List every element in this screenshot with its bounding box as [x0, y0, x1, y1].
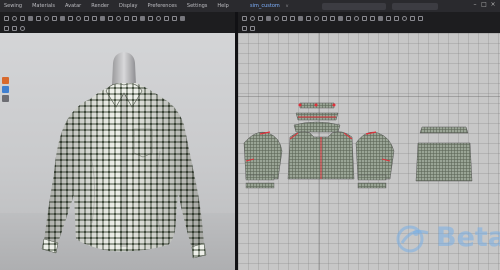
menu-render[interactable]: Render [91, 3, 109, 9]
menu-help[interactable]: Help [217, 3, 228, 9]
beta-watermark: Beta [436, 222, 500, 253]
reset-icon[interactable] [20, 25, 25, 31]
2d-toolbar-row-1 [242, 13, 497, 23]
stress-map-icon[interactable] [116, 15, 121, 21]
symmetry-icon[interactable] [378, 15, 383, 21]
3d-garment-viewport[interactable] [0, 33, 235, 270]
account-box[interactable] [392, 2, 439, 10]
fit-view-icon[interactable] [418, 15, 423, 21]
select-icon[interactable] [4, 15, 9, 21]
maximize-icon[interactable]: □ [481, 2, 487, 8]
ruler-icon[interactable] [394, 15, 399, 21]
menu-avatar[interactable]: Avatar [65, 3, 81, 9]
seam-allowance-icon[interactable] [370, 15, 375, 21]
pattern-back[interactable] [415, 126, 473, 182]
pattern-front[interactable] [287, 131, 355, 180]
tack-icon[interactable] [52, 15, 57, 21]
free-sewing-icon[interactable] [306, 15, 311, 21]
pattern-cuffs-left[interactable] [245, 174, 275, 189]
rectangle-icon[interactable] [266, 15, 271, 21]
rotate-icon[interactable] [44, 15, 49, 21]
snapshot-icon[interactable] [156, 15, 161, 21]
fit-icon[interactable] [100, 15, 105, 21]
texture-icon[interactable] [68, 15, 73, 21]
3d-toolbar-row-2 [4, 23, 64, 33]
version-label: v [285, 3, 289, 9]
pattern-collar[interactable] [295, 102, 339, 121]
avatar-toggle-icon[interactable] [132, 15, 137, 21]
strain-map-icon[interactable] [108, 15, 113, 21]
fold-line-icon[interactable] [314, 15, 319, 21]
2d-redo-icon[interactable] [250, 25, 255, 31]
menu-preferences[interactable]: Preferences [147, 3, 176, 9]
camera-icon[interactable] [148, 15, 153, 21]
measure-icon[interactable] [36, 15, 41, 21]
fold-icon[interactable] [28, 15, 33, 21]
grid-icon[interactable] [172, 15, 177, 21]
light-icon[interactable] [180, 15, 185, 21]
close-icon[interactable]: × [490, 2, 496, 8]
circle-icon[interactable] [274, 15, 279, 21]
pin-icon[interactable] [20, 15, 25, 21]
shirt-3d-render [41, 52, 207, 259]
annotation-icon[interactable] [386, 15, 391, 21]
topstitch-icon[interactable] [322, 15, 327, 21]
button-icon[interactable] [330, 15, 335, 21]
grain-icon[interactable] [362, 15, 367, 21]
freeze-icon[interactable] [84, 15, 89, 21]
pattern-yoke[interactable] [293, 121, 341, 133]
pattern-sleeve-left[interactable] [243, 131, 283, 180]
wire-icon[interactable] [140, 15, 145, 21]
search-input[interactable] [325, 3, 366, 9]
pan-icon[interactable] [410, 15, 415, 21]
edit-point-icon[interactable] [250, 15, 255, 21]
segment-sewing-icon[interactable] [298, 15, 303, 21]
trim-icon[interactable] [354, 15, 359, 21]
arrange-icon[interactable] [60, 15, 65, 21]
search-field[interactable] [322, 2, 387, 10]
3d-toolbar-row-1 [4, 13, 234, 23]
pattern-cuffs-right[interactable] [357, 174, 387, 189]
dart-icon[interactable] [290, 15, 295, 21]
redo-icon[interactable] [12, 25, 17, 31]
fit-map-icon[interactable] [124, 15, 129, 21]
simulation-mode-label[interactable]: sim_custom [250, 3, 280, 9]
menu-settings[interactable]: Settings [187, 3, 208, 9]
internal-line-icon[interactable] [282, 15, 287, 21]
beta-logo-icon [396, 225, 429, 253]
menu-sewing[interactable]: Sewing [4, 3, 22, 9]
transform-pattern-icon[interactable] [242, 15, 247, 21]
2d-undo-icon[interactable] [242, 25, 247, 31]
menu-display[interactable]: Display [119, 3, 137, 9]
zipper-icon[interactable] [346, 15, 351, 21]
hide-icon[interactable] [92, 15, 97, 21]
buttonhole-icon[interactable] [338, 15, 343, 21]
zoom-icon[interactable] [402, 15, 407, 21]
view-icon[interactable] [164, 15, 169, 21]
pattern-sleeve-right[interactable] [355, 131, 395, 180]
polygon-icon[interactable] [258, 15, 263, 21]
2d-toolbar-row-2 [242, 23, 282, 33]
header-right: sim_custom v [250, 0, 439, 12]
move-icon[interactable] [12, 15, 17, 21]
minimize-icon[interactable]: – [472, 2, 478, 8]
simulate-icon[interactable] [76, 15, 81, 21]
undo-icon[interactable] [4, 25, 9, 31]
menu-materials[interactable]: Materials [32, 3, 55, 9]
